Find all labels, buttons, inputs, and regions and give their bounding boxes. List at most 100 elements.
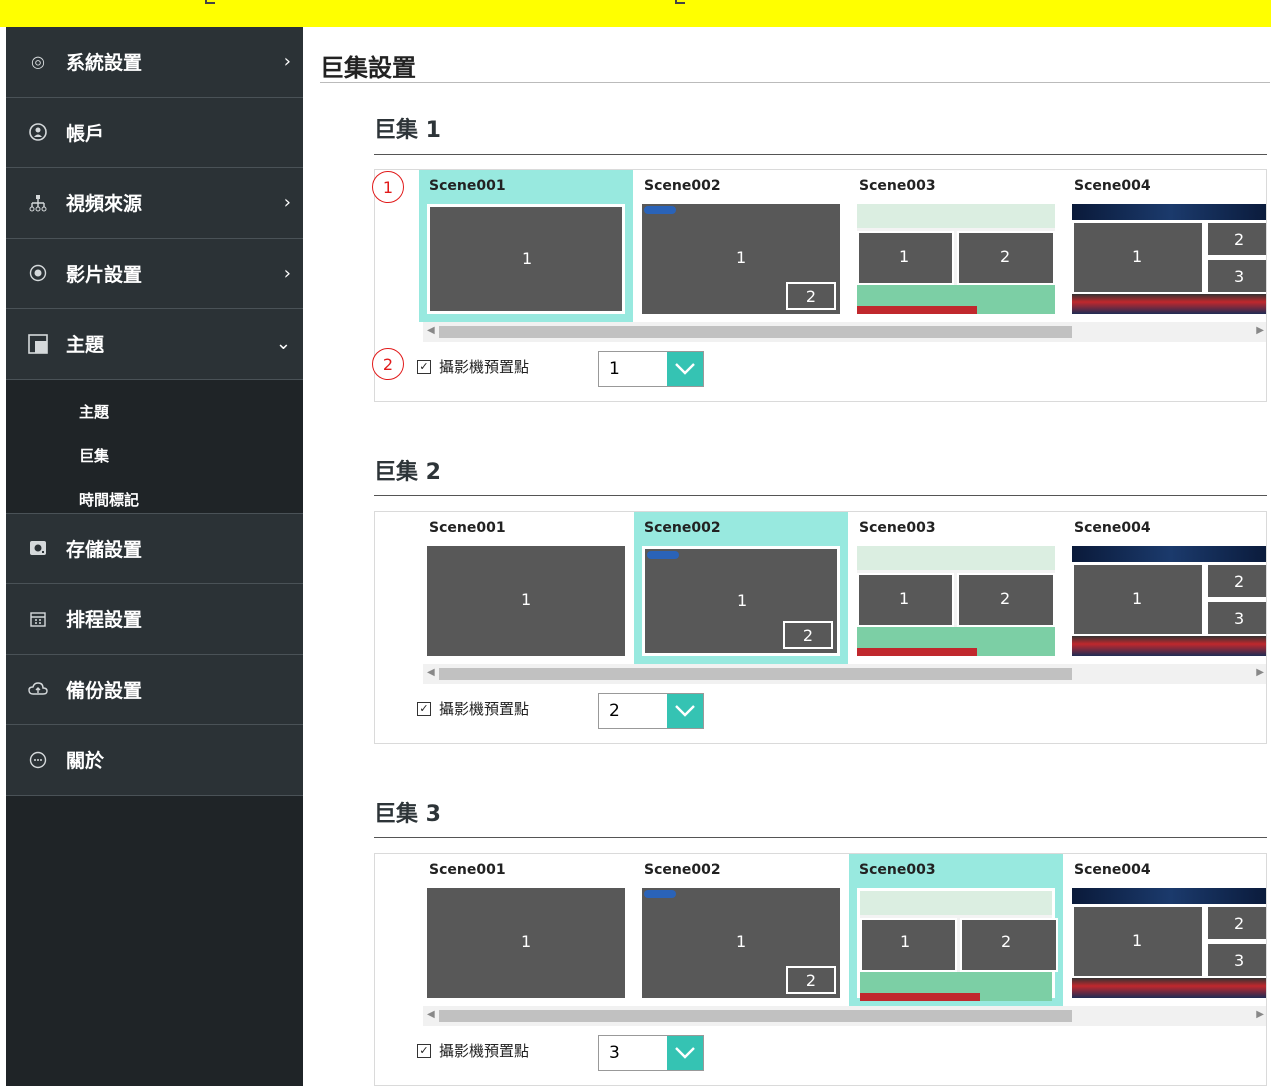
scene-thumbnail: 1 — [427, 204, 625, 314]
scroll-right-icon[interactable]: ▶ — [1256, 667, 1264, 678]
scene-card-4[interactable]: Scene004 1 2 3 — [1064, 170, 1266, 322]
scene-thumbnail: 1 2 — [642, 888, 840, 998]
camera-preset-select[interactable]: 1 — [598, 351, 704, 387]
scene-card-3[interactable]: Scene003 1 2 — [849, 170, 1063, 322]
window-number: 2 — [1234, 230, 1245, 249]
scene-card-4[interactable]: Scene004 1 2 3 — [1064, 854, 1266, 1006]
window-number: 1 — [736, 248, 747, 267]
sidebar: ◎ 系統設置 › 帳戶 視頻來源 › 影片設置 › 主題 ⌄ 主題 巨集 時間標… — [6, 27, 303, 1086]
scene-thumbnail: 1 — [427, 546, 625, 656]
window-number: 1 — [737, 591, 748, 610]
chevron-down-icon[interactable] — [667, 694, 703, 728]
horizontal-scrollbar[interactable]: ◀ ▶ — [423, 1006, 1266, 1026]
scene-name: Scene001 — [429, 520, 506, 536]
horizontal-scrollbar[interactable]: ◀ ▶ — [423, 664, 1266, 684]
macro-heading: 巨集 2 — [374, 460, 441, 485]
sidebar-item-label: 系統設置 — [66, 52, 143, 75]
scroll-left-icon[interactable]: ◀ — [427, 325, 435, 336]
scene-card-2[interactable]: Scene002 1 2 — [634, 854, 848, 1006]
window-number: 1 — [521, 932, 532, 951]
scrollbar-thumb[interactable] — [439, 668, 1072, 680]
bracket-mark — [205, 0, 215, 4]
scene-thumbnail: 1 2 3 — [1072, 888, 1266, 998]
divider — [374, 837, 1267, 838]
scene-card-2[interactable]: Scene002 1 2 — [634, 170, 848, 322]
scene-card-1[interactable]: Scene001 1 — [419, 854, 633, 1006]
window-number: 3 — [1234, 609, 1245, 628]
scene-name: Scene004 — [1074, 178, 1151, 194]
camera-preset-row: ✓ 攝影機預置點 — [417, 356, 529, 377]
window-number: 1 — [1132, 931, 1143, 950]
sidebar-item-schedule[interactable]: 排程設置 — [6, 584, 303, 655]
user-icon — [28, 122, 48, 142]
camera-preset-row: ✓ 攝影機預置點 — [417, 698, 529, 719]
camera-preset-checkbox[interactable]: ✓ — [417, 1043, 431, 1058]
sidebar-item-video-settings[interactable]: 影片設置 › — [6, 238, 303, 309]
scroll-left-icon[interactable]: ◀ — [427, 667, 435, 678]
window-number: 2 — [1000, 247, 1011, 266]
scene-name: Scene003 — [859, 862, 936, 878]
logo-icon — [647, 551, 679, 559]
calendar-icon — [28, 609, 48, 629]
submenu-item-macro[interactable]: 巨集 — [6, 434, 303, 478]
sidebar-item-about[interactable]: 關於 — [6, 725, 303, 796]
chat-icon — [28, 750, 48, 770]
sidebar-item-theme[interactable]: 主題 ⌄ — [6, 309, 303, 380]
window-number: 1 — [899, 247, 910, 266]
camera-preset-label: 攝影機預置點 — [439, 700, 530, 718]
window-number: 1 — [1132, 589, 1143, 608]
scene-card-3[interactable]: Scene003 1 2 — [849, 854, 1063, 1006]
scene-name: Scene002 — [644, 520, 721, 536]
scroll-right-icon[interactable]: ▶ — [1256, 1009, 1264, 1020]
theme-submenu: 主題 巨集 時間標記 — [6, 379, 303, 514]
sidebar-item-label: 排程設置 — [66, 609, 143, 632]
scene-card-2[interactable]: Scene002 1 2 — [634, 512, 848, 664]
chevron-down-icon[interactable] — [667, 352, 703, 386]
divider — [374, 495, 1267, 496]
scene-thumbnail: 1 2 — [642, 546, 840, 656]
scene-card-1[interactable]: Scene001 1 — [419, 512, 633, 664]
scene-card-4[interactable]: Scene004 1 2 3 — [1064, 512, 1266, 664]
sidebar-item-label: 影片設置 — [66, 263, 143, 286]
scrollbar-thumb[interactable] — [439, 1010, 1072, 1022]
storage-icon — [28, 538, 48, 558]
chevron-right-icon: › — [283, 192, 291, 214]
camera-preset-select[interactable]: 2 — [598, 693, 704, 729]
sidebar-item-system-settings[interactable]: ◎ 系統設置 › — [6, 27, 303, 98]
horizontal-scrollbar[interactable]: ◀ ▶ — [423, 322, 1266, 342]
scene-thumbnail: 1 2 — [857, 888, 1058, 1001]
sidebar-item-backup[interactable]: 備份設置 — [6, 654, 303, 725]
camera-preset-label: 攝影機預置點 — [439, 358, 530, 376]
sidebar-item-video-source[interactable]: 視頻來源 › — [6, 168, 303, 239]
scroll-right-icon[interactable]: ▶ — [1256, 325, 1264, 336]
scrollbar-thumb[interactable] — [439, 326, 1072, 338]
macro-heading: 巨集 3 — [374, 802, 441, 827]
scene-card-1[interactable]: Scene001 1 — [419, 170, 633, 322]
scroll-left-icon[interactable]: ◀ — [427, 1009, 435, 1020]
select-value: 2 — [609, 701, 620, 721]
submenu-item-theme[interactable]: 主題 — [6, 390, 303, 434]
chevron-right-icon: › — [283, 51, 291, 73]
callout-marker: 1 — [372, 171, 404, 203]
bracket-mark — [675, 0, 685, 4]
chevron-down-icon: ⌄ — [275, 333, 291, 355]
scene-card-3[interactable]: Scene003 1 2 — [849, 512, 1063, 664]
sidebar-item-account[interactable]: 帳戶 — [6, 97, 303, 168]
camera-preset-checkbox[interactable]: ✓ — [417, 359, 431, 374]
top-highlight-bar — [0, 0, 1271, 27]
select-value: 3 — [609, 1043, 620, 1063]
macro-1-panel: Scene001 1 Scene002 1 2 Scene003 1 2 Sce… — [374, 169, 1267, 402]
camera-preset-select[interactable]: 3 — [598, 1035, 704, 1071]
cloud-upload-icon — [28, 679, 48, 699]
window-number: 1 — [521, 590, 532, 609]
sidebar-item-label: 關於 — [66, 750, 105, 773]
window-number: 1 — [1132, 247, 1143, 266]
chevron-down-icon[interactable] — [667, 1036, 703, 1070]
window-number: 3 — [1234, 267, 1245, 286]
scene-name: Scene001 — [429, 178, 506, 194]
sidebar-item-storage[interactable]: 存儲設置 — [6, 513, 303, 584]
scene-thumbnail: 1 2 — [857, 204, 1055, 314]
scene-thumbnail: 1 2 3 — [1072, 546, 1266, 656]
camera-preset-checkbox[interactable]: ✓ — [417, 701, 431, 716]
window-number: 1 — [522, 249, 533, 268]
